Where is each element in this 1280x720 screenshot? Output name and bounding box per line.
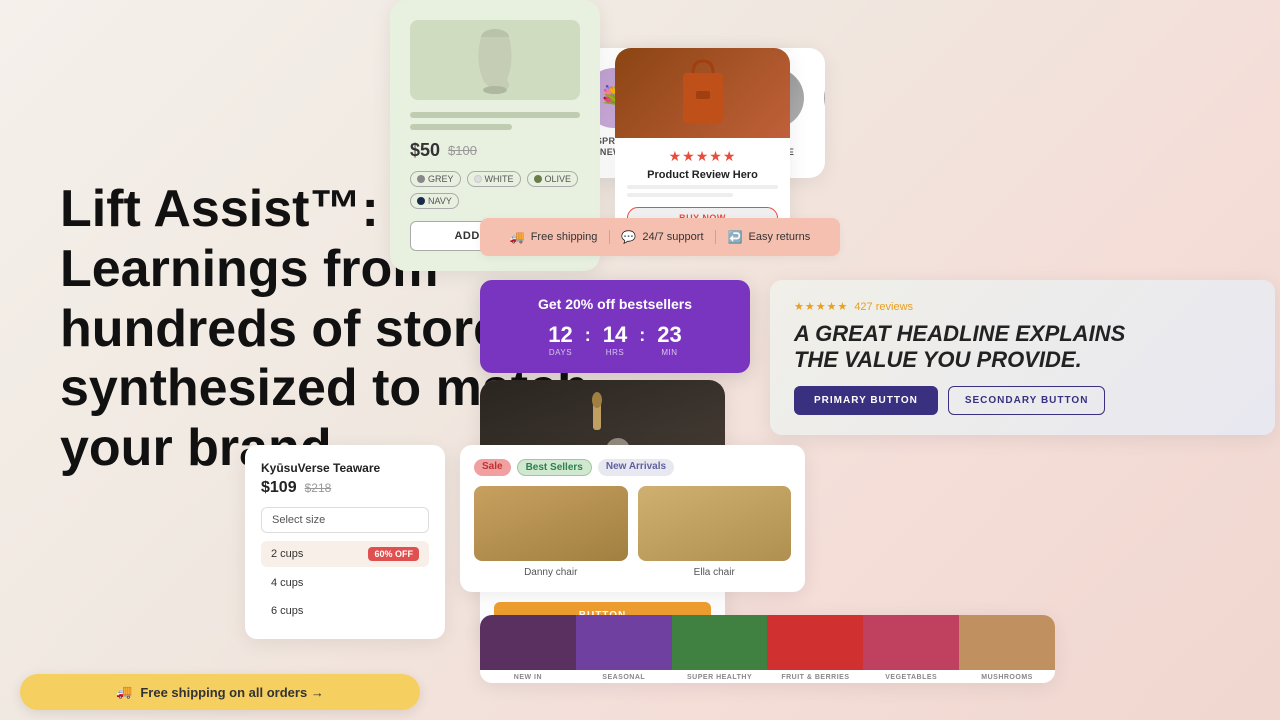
color-olive[interactable]: OLIVE: [527, 171, 579, 187]
grocery-items: NEW IN SEASONAL SUPER HEALTHY FRUIT & BE…: [480, 615, 1055, 683]
grocery-label-mushroom: MUSHROOMS: [959, 670, 1055, 683]
shipping-item-support: 💬 24/7 support: [621, 230, 703, 244]
countdown-title: Get 20% off bestsellers: [500, 296, 730, 312]
grapes-image: [576, 615, 672, 670]
hero-reviews: ★★★★★ 427 reviews: [794, 300, 1251, 313]
grocery-eggplant[interactable]: NEW IN: [480, 615, 576, 683]
hero-secondary-button[interactable]: SECONDARY BUTTON: [948, 386, 1106, 415]
shipping-footer-icon: 🚚: [116, 684, 132, 700]
review-hero-panel: ★★★★★ Product Review Hero BUY NOW: [615, 48, 790, 239]
teaware-option-6cups[interactable]: 6 cups: [261, 599, 429, 623]
shipping-returns-label: Easy returns: [748, 231, 810, 243]
grocery-label-grapes: SEASONAL: [576, 670, 672, 683]
hero-primary-button[interactable]: PRIMARY BUTTON: [794, 386, 938, 415]
countdown-days-value: 12: [548, 322, 572, 348]
teaware-title: KyūsuVerse Teaware: [261, 461, 429, 475]
countdown-panel: Get 20% off bestsellers 12 DAYS : 14 HRS…: [480, 280, 750, 373]
chairs-grid: Sale Best Sellers New Arrivals Danny cha…: [460, 445, 805, 592]
grocery-grid: NEW IN SEASONAL SUPER HEALTHY FRUIT & BE…: [480, 615, 1055, 683]
handbag-icon: [673, 53, 733, 133]
countdown-mins: 23 MIN: [657, 322, 681, 357]
truck-icon: 🚚: [510, 230, 525, 244]
category-dont[interactable]: 🏺 DON'TMISS: [824, 68, 825, 158]
shipping-item-free: 🚚 Free shipping: [510, 230, 598, 244]
grocery-label-broccoli: SUPER HEALTHY: [672, 670, 768, 683]
heading-line2: Learnings from: [60, 240, 439, 298]
chair-danny[interactable]: Danny chair: [474, 486, 628, 578]
countdown-hours-value: 14: [603, 322, 627, 348]
countdown-numbers: 12 DAYS : 14 HRS : 23 MIN: [500, 322, 730, 357]
countdown-mins-label: MIN: [657, 348, 681, 357]
chair-danny-name: Danny chair: [474, 567, 628, 578]
color-navy[interactable]: NAVY: [410, 193, 459, 209]
tag-new-arrivals[interactable]: New Arrivals: [598, 459, 674, 476]
grocery-broccoli[interactable]: SUPER HEALTHY: [672, 615, 768, 683]
teaware-card: KyūsuVerse Teaware $109 $218 Select size…: [245, 445, 445, 639]
grocery-mushroom[interactable]: MUSHROOMS: [959, 615, 1055, 683]
heading-line1: Lift Assist™:: [60, 180, 379, 238]
color-white[interactable]: WHITE: [467, 171, 521, 187]
mushroom-image: [959, 615, 1055, 670]
broccoli-image: [672, 615, 768, 670]
vase-icon: [465, 25, 525, 95]
price-original: $100: [448, 143, 477, 158]
product-image: [410, 20, 580, 100]
hero-heading: A GREAT HEADLINE EXPLAINS THE VALUE YOU …: [794, 321, 1251, 374]
color-options: GREY WHITE OLIVE NAVY: [410, 171, 580, 209]
grocery-tomato[interactable]: FRUIT & BERRIES: [767, 615, 863, 683]
chairs-tags: Sale Best Sellers New Arrivals: [474, 459, 791, 476]
color-grey[interactable]: GREY: [410, 171, 461, 187]
grocery-label-tomato: FRUIT & BERRIES: [767, 670, 863, 683]
grocery-grapes[interactable]: SEASONAL: [576, 615, 672, 683]
review-title: Product Review Hero: [627, 169, 778, 181]
price-row: $50 $100: [410, 140, 580, 161]
chair-ella-image: [638, 486, 792, 561]
countdown-mins-value: 23: [657, 322, 681, 348]
hero-banner: ★★★★★ 427 reviews A GREAT HEADLINE EXPLA…: [770, 280, 1275, 435]
beet-image: [863, 615, 959, 670]
shipping-item-returns: ↩️ Easy returns: [728, 230, 811, 244]
grocery-beet[interactable]: VEGETABLES: [863, 615, 959, 683]
eggplant-image: [480, 615, 576, 670]
countdown-days: 12 DAYS: [548, 322, 572, 357]
teaware-size-select[interactable]: Select size: [261, 507, 429, 533]
heading-line3: hundreds of stores: [60, 300, 531, 358]
review-hero-image: [615, 48, 790, 138]
chair-ella-name: Ella chair: [638, 567, 792, 578]
review-stars: ★★★★★: [627, 148, 778, 165]
category-circle-dont: 🏺: [824, 68, 825, 128]
grocery-label-beet: VEGETABLES: [863, 670, 959, 683]
grocery-label-eggplant: NEW IN: [480, 670, 576, 683]
tag-bestsellers[interactable]: Best Sellers: [517, 459, 592, 476]
chair-danny-image: [474, 486, 628, 561]
teaware-option-4cups[interactable]: 4 cups: [261, 571, 429, 595]
chairs-items: Danny chair Ella chair: [474, 486, 791, 578]
hero-reviews-count: 427 reviews: [854, 301, 913, 313]
shipping-free-label: Free shipping: [531, 231, 598, 243]
shipping-footer-text: Free shipping on all orders →: [140, 685, 323, 700]
tag-sale[interactable]: Sale: [474, 459, 511, 476]
countdown-hours-label: HRS: [603, 348, 627, 357]
teaware-price-current: $109: [261, 479, 297, 497]
teaware-option-2cups[interactable]: 2 cups 60% OFF: [261, 541, 429, 567]
price-current: $50: [410, 140, 440, 161]
teaware-price: $109 $218: [261, 479, 429, 497]
tomato-image: [767, 615, 863, 670]
returns-icon: ↩️: [728, 230, 743, 244]
hero-buttons: PRIMARY BUTTON SECONDARY BUTTON: [794, 386, 1251, 415]
countdown-hours: 14 HRS: [603, 322, 627, 357]
shipping-footer[interactable]: 🚚 Free shipping on all orders →: [20, 674, 420, 710]
teaware-price-original: $218: [305, 481, 332, 495]
chat-icon: 💬: [621, 230, 636, 244]
countdown-days-label: DAYS: [548, 348, 572, 357]
teaware-options: 2 cups 60% OFF 4 cups 6 cups: [261, 541, 429, 623]
shipping-support-label: 24/7 support: [642, 231, 703, 243]
shipping-banner: 🚚 Free shipping 💬 24/7 support ↩️ Easy r…: [480, 218, 840, 256]
chair-ella[interactable]: Ella chair: [638, 486, 792, 578]
